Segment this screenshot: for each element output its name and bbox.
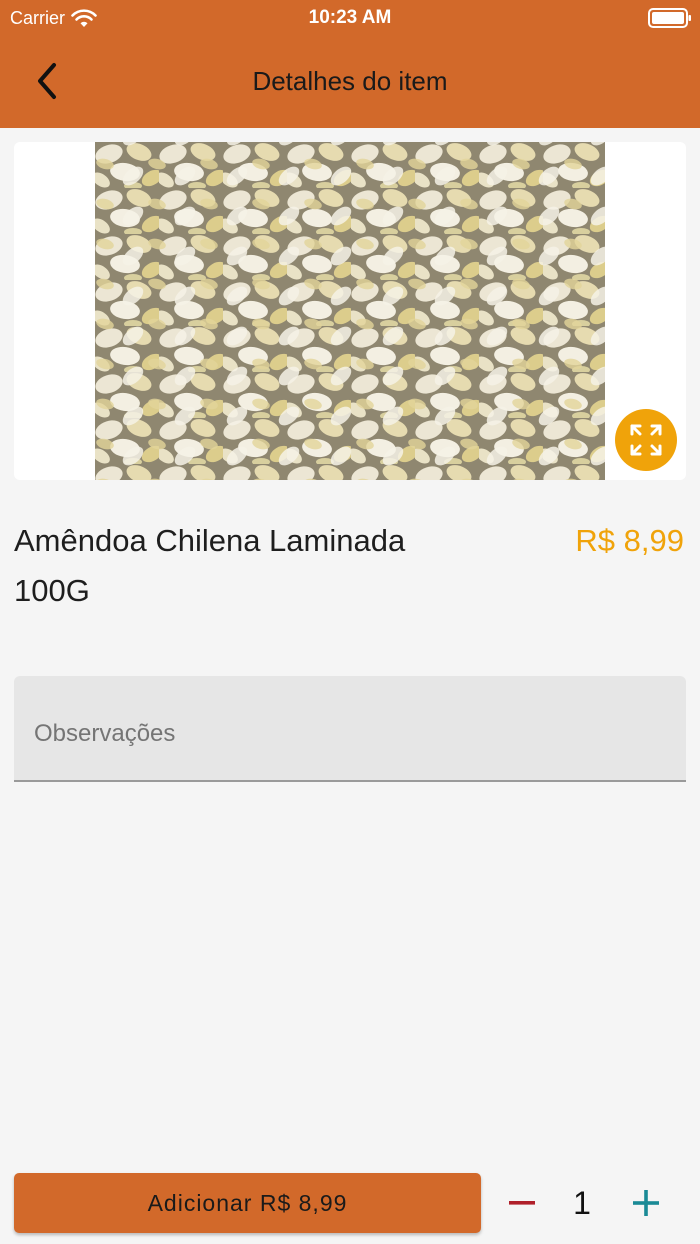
product-price: R$ 8,99 xyxy=(575,523,684,558)
product-image-card xyxy=(14,142,686,480)
status-bar: Carrier 10:23 AM xyxy=(0,0,700,36)
notes-input[interactable] xyxy=(34,706,664,762)
notes-field[interactable] xyxy=(14,676,686,782)
nav-bar: Detalhes do item xyxy=(0,36,700,128)
increase-quantity-button[interactable] xyxy=(624,1178,668,1228)
expand-icon xyxy=(630,424,662,456)
product-image[interactable] xyxy=(95,142,605,480)
plus-icon xyxy=(633,1190,659,1216)
app-header: Carrier 10:23 AM Detalhes do item xyxy=(0,0,700,128)
minus-icon xyxy=(509,1201,535,1205)
status-time: 10:23 AM xyxy=(308,7,392,28)
add-to-cart-button[interactable]: Adicionar R$ 8,99 xyxy=(14,1173,481,1233)
add-to-cart-label: Adicionar R$ 8,99 xyxy=(147,1189,348,1216)
page-title: Detalhes do item xyxy=(252,66,448,96)
product-name: Amêndoa Chilena Laminada 100G xyxy=(14,523,406,608)
expand-image-button[interactable] xyxy=(615,409,677,471)
quantity-value: 1 xyxy=(573,1185,591,1221)
battery-icon xyxy=(648,8,691,28)
decrease-quantity-button[interactable] xyxy=(500,1178,544,1228)
